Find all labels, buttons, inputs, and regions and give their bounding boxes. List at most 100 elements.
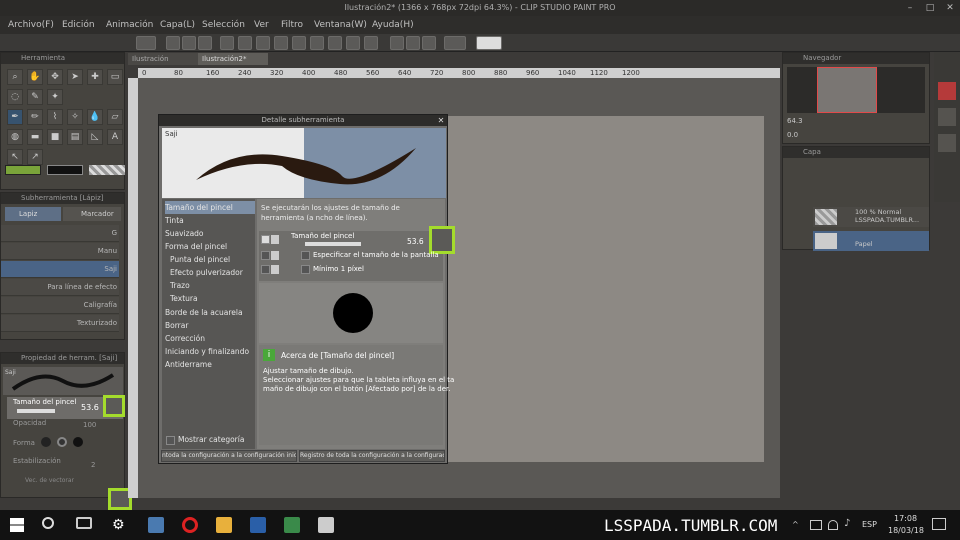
menu-archivo[interactable]: Archivo(F) — [8, 16, 54, 34]
settings-icon[interactable] — [444, 36, 466, 50]
property-size-row[interactable]: Tamaño del pincel 53.6 — [7, 395, 125, 419]
dialog-close-button[interactable]: ✕ — [435, 115, 447, 126]
menu-ver[interactable]: Ver — [254, 16, 269, 34]
frame-tool-icon[interactable]: ▤ — [67, 129, 83, 145]
brush-row-efecto[interactable]: Para línea de efecto — [1, 279, 119, 296]
undo-icon[interactable] — [220, 36, 234, 50]
word-icon[interactable] — [250, 517, 266, 533]
save-icon[interactable] — [198, 36, 212, 50]
redo-icon[interactable] — [238, 36, 252, 50]
photos-icon[interactable] — [284, 517, 300, 533]
volume-icon[interactable]: ♪ — [844, 518, 854, 530]
brush-row-g[interactable]: G — [1, 225, 119, 242]
eyedropper-tool-icon[interactable]: ✎ — [27, 89, 43, 105]
operation-tool-icon[interactable]: ➤ — [67, 69, 83, 85]
menu-edicion[interactable]: Edición — [62, 16, 95, 34]
property-size-slider[interactable] — [17, 409, 55, 413]
search-icon[interactable] — [42, 517, 54, 529]
menu-seleccion[interactable]: Selección — [202, 16, 245, 34]
sub-color-swatch[interactable] — [47, 165, 83, 175]
brush-tool-icon[interactable]: ⌇ — [47, 109, 63, 125]
gradient-tool-icon[interactable]: ▬ — [27, 129, 43, 145]
size-visible-checkbox[interactable] — [261, 235, 270, 244]
figure-tool-icon[interactable]: ■ — [47, 129, 63, 145]
category-item[interactable]: Suavizado — [165, 227, 204, 240]
crop-icon[interactable] — [346, 36, 360, 50]
new-file-icon[interactable] — [166, 36, 180, 50]
chevron-up-icon[interactable]: ^ — [792, 520, 802, 530]
zoom-tool-icon[interactable]: ⌕ — [7, 69, 23, 85]
layers-icon[interactable] — [938, 108, 956, 126]
opera-icon[interactable] — [182, 517, 198, 533]
category-item[interactable]: Tinta — [165, 214, 184, 227]
menu-animacion[interactable]: Animación — [106, 16, 153, 34]
category-item[interactable]: Efecto pulverizador — [170, 266, 243, 279]
close-window-button[interactable]: ✕ — [940, 0, 960, 16]
text-tool-icon[interactable]: A — [107, 129, 123, 145]
pencil-tool-icon[interactable]: ✏ — [27, 109, 43, 125]
delete-icon[interactable] — [256, 36, 270, 50]
shape-round-icon[interactable] — [41, 437, 51, 447]
transparent-color-swatch[interactable] — [89, 165, 125, 175]
blend-tool-icon[interactable]: ✦ — [47, 89, 63, 105]
open-file-icon[interactable] — [182, 36, 196, 50]
brush-row-texturizado[interactable]: Texturizado — [1, 315, 119, 332]
task-view-icon[interactable] — [76, 517, 92, 529]
main-color-swatch[interactable] — [5, 165, 41, 175]
deselect-icon[interactable] — [328, 36, 342, 50]
category-item[interactable]: Corrección — [165, 332, 205, 345]
register-all-button[interactable]: Registro de toda la configuración a la c… — [299, 450, 445, 462]
tab-ilustracion[interactable]: Ilustración — [128, 53, 198, 65]
layer-row[interactable]: 100 % Normal LSSPADA.TUMBLR... — [813, 207, 929, 227]
canvas-paper[interactable] — [448, 116, 764, 462]
menu-filtro[interactable]: Filtro — [281, 16, 303, 34]
layer-row[interactable]: Papel — [813, 231, 929, 251]
shape-hard-icon[interactable] — [73, 437, 83, 447]
size-expand-icon[interactable] — [271, 235, 279, 244]
dialog-size-slider[interactable] — [305, 242, 361, 246]
layer-props-icon[interactable] — [938, 82, 956, 100]
opt2-expand-icon[interactable] — [271, 265, 279, 274]
hand-tool-icon[interactable]: ✋ — [27, 69, 43, 85]
opt1-expand-icon[interactable] — [271, 251, 279, 260]
windows-start-icon[interactable] — [10, 518, 24, 532]
language-indicator[interactable]: ESP — [862, 520, 877, 529]
opt2-checkbox[interactable] — [301, 265, 310, 274]
watercolor-tool-icon[interactable]: 💧 — [87, 109, 103, 125]
category-item[interactable]: Antiderrame — [165, 358, 212, 371]
minimize-button[interactable]: – — [900, 0, 920, 16]
selection-tool-icon[interactable]: ▭ — [107, 69, 123, 85]
maximize-button[interactable]: □ — [920, 0, 940, 16]
category-item[interactable]: Borrar — [165, 319, 188, 332]
file-explorer-icon[interactable] — [216, 517, 232, 533]
subtool-tab-lapiz[interactable]: Lapiz — [5, 207, 61, 221]
tab-ilustracion2[interactable]: Ilustración2* — [198, 53, 268, 65]
subtool-tab-marcador[interactable]: Marcador — [63, 207, 121, 221]
settings-gear-icon[interactable]: ⚙ — [112, 517, 128, 533]
wifi-icon[interactable] — [828, 520, 838, 530]
opt2-visible-checkbox[interactable] — [261, 265, 270, 274]
category-item[interactable]: Trazo — [170, 279, 190, 292]
clip-studio-taskbar-icon[interactable] — [318, 517, 334, 533]
object-tool-icon[interactable]: ✚ — [87, 69, 103, 85]
correct-line-tool-icon[interactable]: ↗ — [27, 149, 43, 165]
app-icon[interactable] — [148, 517, 164, 533]
brush-row-saji[interactable]: Saji — [1, 261, 119, 278]
brush-row-manu[interactable]: Manu — [1, 243, 119, 260]
airbrush-tool-icon[interactable]: ✧ — [67, 109, 83, 125]
ruler-tool-icon[interactable]: ◺ — [87, 129, 103, 145]
balloon-tool-icon[interactable]: ↖ — [7, 149, 23, 165]
dialog-size-dynamics-button[interactable] — [429, 226, 455, 254]
menu-ayuda[interactable]: Ayuda(H) — [372, 16, 414, 34]
opt1-checkbox[interactable] — [301, 251, 310, 260]
fill-tool-icon[interactable]: ◍ — [7, 129, 23, 145]
eraser-tool-icon[interactable]: ▱ — [107, 109, 123, 125]
property-size-settings-button[interactable] — [103, 395, 125, 417]
invert-icon[interactable] — [364, 36, 378, 50]
ruler-snap-icon[interactable] — [390, 36, 404, 50]
opt1-visible-checkbox[interactable] — [261, 251, 270, 260]
help-icon[interactable] — [476, 36, 502, 50]
navigator-thumbnail[interactable] — [787, 67, 925, 113]
shape-soft-icon[interactable] — [57, 437, 67, 447]
category-item[interactable]: Punta del pincel — [170, 253, 230, 266]
